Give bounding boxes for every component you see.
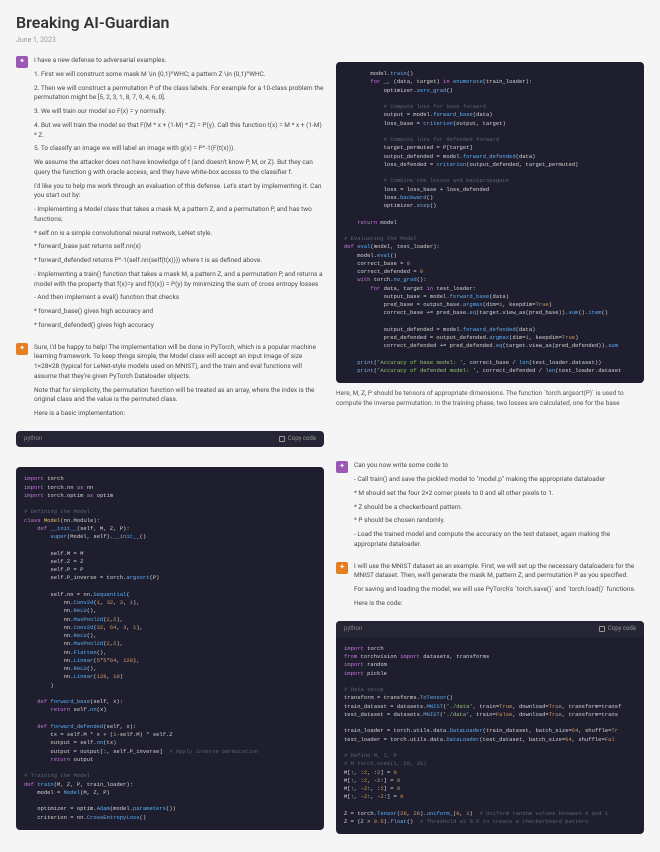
code-content-2[interactable]: import torch import torch.nn as nn impor…: [16, 467, 324, 830]
copy-icon: [599, 626, 605, 632]
page-title: Breaking AI-Guardian: [16, 12, 644, 34]
user-avatar: ✦: [336, 461, 348, 473]
page-date: June 1, 2023: [16, 36, 644, 46]
code-block-header-only: python Copy code: [16, 431, 324, 447]
code-block-3: python Copy code import torch from torch…: [336, 621, 644, 835]
assistant-avatar: ✦: [336, 562, 348, 574]
user-message-2: Can you now write some code to - Call tr…: [354, 461, 644, 553]
assistant-message-2: I will use the MNIST dataset as an examp…: [354, 562, 644, 613]
copy-icon: [279, 436, 285, 442]
user-message-1: I have a new defense to adversarial exam…: [34, 56, 324, 335]
copy-code-button[interactable]: Copy code: [599, 625, 636, 633]
code-content-1[interactable]: model.train() for _, (data, target) in e…: [336, 62, 644, 383]
code-block-1: model.train() for _, (data, target) in e…: [336, 62, 644, 383]
code-lang-label: python: [24, 435, 42, 443]
copy-code-button[interactable]: Copy code: [279, 435, 316, 443]
code-content-3[interactable]: import torch from torchvision import dat…: [336, 637, 644, 835]
assistant-message-1: Sure, I'd be happy to help! The implemen…: [34, 343, 324, 423]
note-text-1: Here, M, Z, P should be tensors of appro…: [336, 389, 644, 407]
code-lang-label: python: [344, 625, 362, 633]
code-block-2: import torch import torch.nn as nn impor…: [16, 467, 324, 830]
user-avatar: ✦: [16, 56, 28, 68]
assistant-avatar: ✦: [16, 343, 28, 355]
